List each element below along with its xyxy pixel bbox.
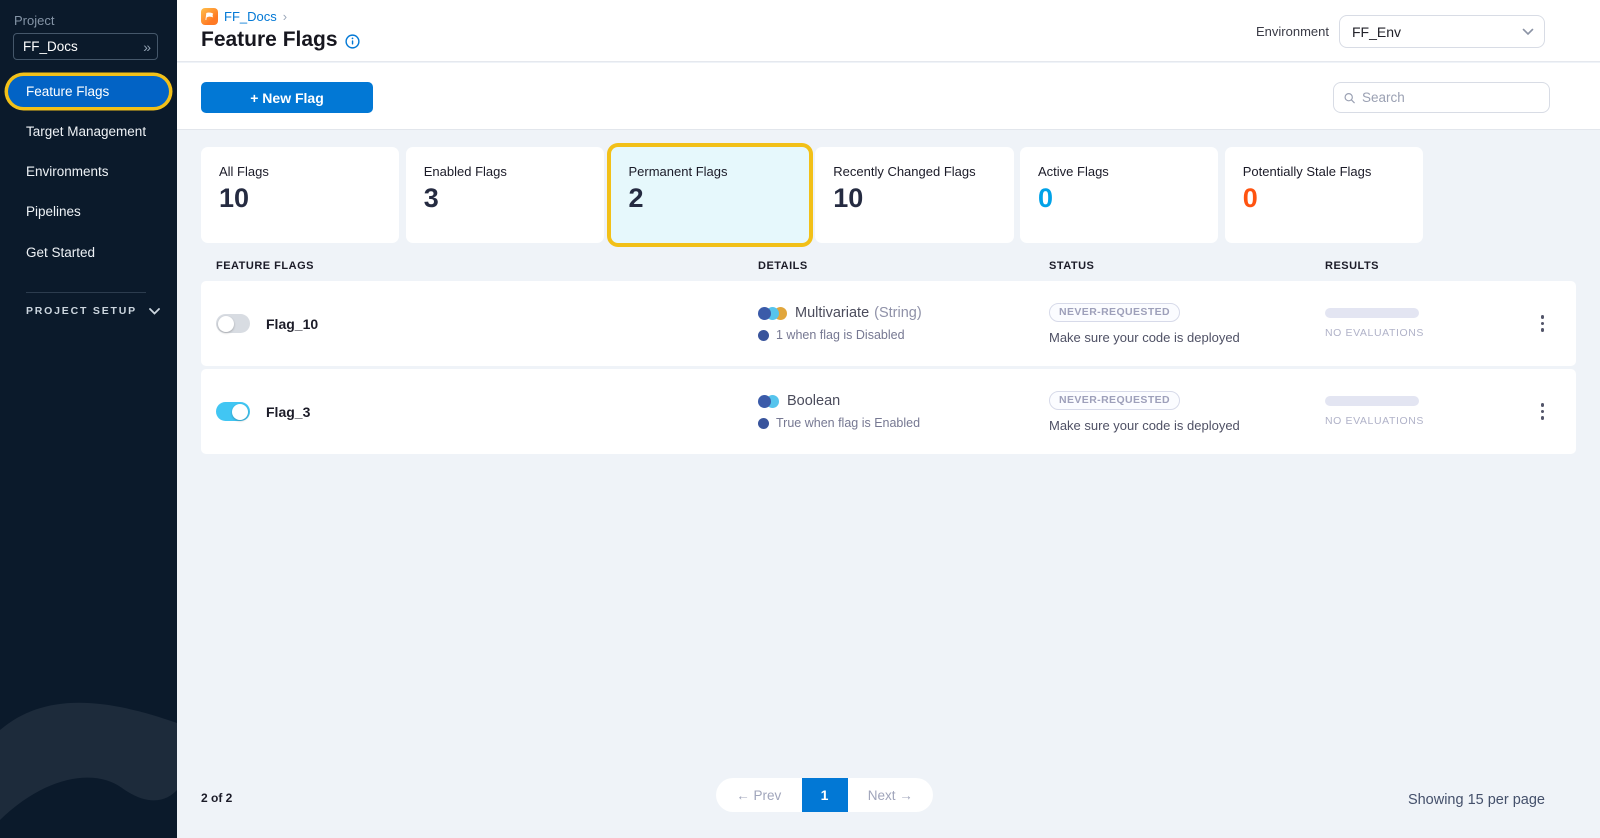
- stat-label: All Flags: [219, 164, 381, 179]
- evaluations-note: NO EVALUATIONS: [1325, 415, 1531, 427]
- main-content: All Flags 10 Enabled Flags 3 Permanent F…: [177, 131, 1600, 838]
- stat-label: Enabled Flags: [424, 164, 586, 179]
- stat-label: Potentially Stale Flags: [1243, 164, 1405, 179]
- status-note: Make sure your code is deployed: [1049, 330, 1325, 345]
- status-badge: NEVER-REQUESTED: [1049, 303, 1180, 322]
- sidebar-divider: [26, 292, 146, 293]
- page-title: Feature Flags: [201, 28, 338, 52]
- stat-card-potentially-stale-flags[interactable]: Potentially Stale Flags 0: [1225, 147, 1423, 243]
- variation-note: True when flag is Enabled: [776, 416, 920, 430]
- page-number-button[interactable]: 1: [802, 778, 848, 812]
- page-size-label: Showing 15 per page: [1408, 792, 1545, 808]
- stat-value: 3: [424, 183, 586, 214]
- column-header-results: RESULTS: [1325, 260, 1531, 272]
- environment-value: FF_Env: [1352, 24, 1522, 40]
- next-page-button[interactable]: Next →: [848, 788, 934, 803]
- flag-type: Boolean: [787, 393, 840, 409]
- row-menu-icon[interactable]: [1535, 309, 1551, 338]
- flag-name[interactable]: Flag_3: [266, 404, 310, 420]
- evaluations-note: NO EVALUATIONS: [1325, 327, 1531, 339]
- status-note: Make sure your code is deployed: [1049, 418, 1325, 433]
- column-header-status: STATUS: [1049, 260, 1325, 272]
- breadcrumb-chevron-icon: ›: [283, 9, 287, 24]
- search-box[interactable]: [1333, 82, 1550, 113]
- sidebar-item-label: Feature Flags: [26, 84, 109, 99]
- stat-label: Permanent Flags: [629, 164, 791, 179]
- stat-value: 2: [629, 183, 791, 214]
- project-setup-section[interactable]: PROJECT SETUP: [26, 305, 160, 317]
- project-setup-label: PROJECT SETUP: [26, 305, 137, 317]
- sidebar-item-get-started[interactable]: Get Started: [26, 245, 95, 260]
- evaluations-bar: [1325, 308, 1419, 318]
- environment-label: Environment: [1256, 24, 1329, 39]
- breadcrumb-project-link[interactable]: FF_Docs: [224, 9, 277, 24]
- row-count: 2 of 2: [201, 791, 232, 805]
- info-icon[interactable]: [345, 34, 360, 49]
- sidebar: Project FF_Docs » Feature Flags Target M…: [0, 0, 177, 838]
- stat-value: 10: [219, 183, 381, 214]
- variation-note: 1 when flag is Disabled: [776, 328, 905, 342]
- stat-card-active-flags[interactable]: Active Flags 0: [1020, 147, 1218, 243]
- project-selector[interactable]: FF_Docs »: [13, 33, 158, 60]
- stat-value: 0: [1038, 183, 1200, 214]
- prev-page-button[interactable]: ← Prev: [716, 788, 802, 803]
- table-header: FEATURE FLAGS DETAILS STATUS RESULTS: [201, 260, 1576, 272]
- stat-value: 0: [1243, 183, 1405, 214]
- boolean-icon: [758, 395, 779, 408]
- table-row[interactable]: Flag_10 Multivariate (String) 1 when fla…: [201, 281, 1576, 366]
- stat-card-all-flags[interactable]: All Flags 10: [201, 147, 399, 243]
- feature-flags-logo-icon: [201, 8, 218, 25]
- toolbar: + New Flag: [177, 63, 1600, 130]
- stat-card-enabled-flags[interactable]: Enabled Flags 3: [406, 147, 604, 243]
- collapse-sidebar-icon[interactable]: »: [143, 39, 149, 55]
- sidebar-item-feature-flags[interactable]: Feature Flags: [8, 76, 169, 107]
- new-flag-button[interactable]: + New Flag: [201, 82, 373, 113]
- evaluations-bar: [1325, 396, 1419, 406]
- project-label: Project: [14, 13, 54, 28]
- search-input[interactable]: [1362, 90, 1539, 105]
- variation-dot-icon: [758, 418, 769, 429]
- variation-dot-icon: [758, 330, 769, 341]
- stat-value: 10: [833, 183, 995, 214]
- search-icon: [1344, 91, 1355, 105]
- multivariate-icon: [758, 307, 787, 320]
- project-name: FF_Docs: [23, 39, 143, 54]
- column-header-details: DETAILS: [758, 260, 1049, 272]
- page-header: FF_Docs › Feature Flags Environment FF_E…: [177, 0, 1600, 62]
- pagination: ← Prev 1 Next →: [716, 778, 933, 812]
- row-menu-icon[interactable]: [1535, 397, 1551, 426]
- stat-cards: All Flags 10 Enabled Flags 3 Permanent F…: [201, 147, 1423, 243]
- flag-toggle[interactable]: [216, 402, 250, 421]
- sidebar-item-target-management[interactable]: Target Management: [26, 124, 146, 139]
- column-header-feature-flags: FEATURE FLAGS: [216, 260, 758, 272]
- flag-toggle[interactable]: [216, 314, 250, 333]
- flag-name[interactable]: Flag_10: [266, 316, 318, 332]
- sidebar-item-environments[interactable]: Environments: [26, 164, 109, 179]
- table-row[interactable]: Flag_3 Boolean True when flag is Enabled…: [201, 369, 1576, 454]
- breadcrumb: FF_Docs ›: [201, 8, 287, 25]
- sidebar-item-pipelines[interactable]: Pipelines: [26, 204, 81, 219]
- chevron-down-icon: [149, 308, 160, 315]
- sidebar-decoration: [0, 668, 177, 838]
- stat-card-recently-changed-flags[interactable]: Recently Changed Flags 10: [815, 147, 1013, 243]
- flag-type-suffix: (String): [874, 305, 922, 321]
- status-badge: NEVER-REQUESTED: [1049, 391, 1180, 410]
- environment-select[interactable]: FF_Env: [1339, 15, 1545, 48]
- flag-type: Multivariate: [795, 305, 869, 321]
- chevron-down-icon: [1522, 28, 1534, 36]
- stat-label: Active Flags: [1038, 164, 1200, 179]
- stat-card-permanent-flags[interactable]: Permanent Flags 2: [611, 147, 809, 243]
- stat-label: Recently Changed Flags: [833, 164, 995, 179]
